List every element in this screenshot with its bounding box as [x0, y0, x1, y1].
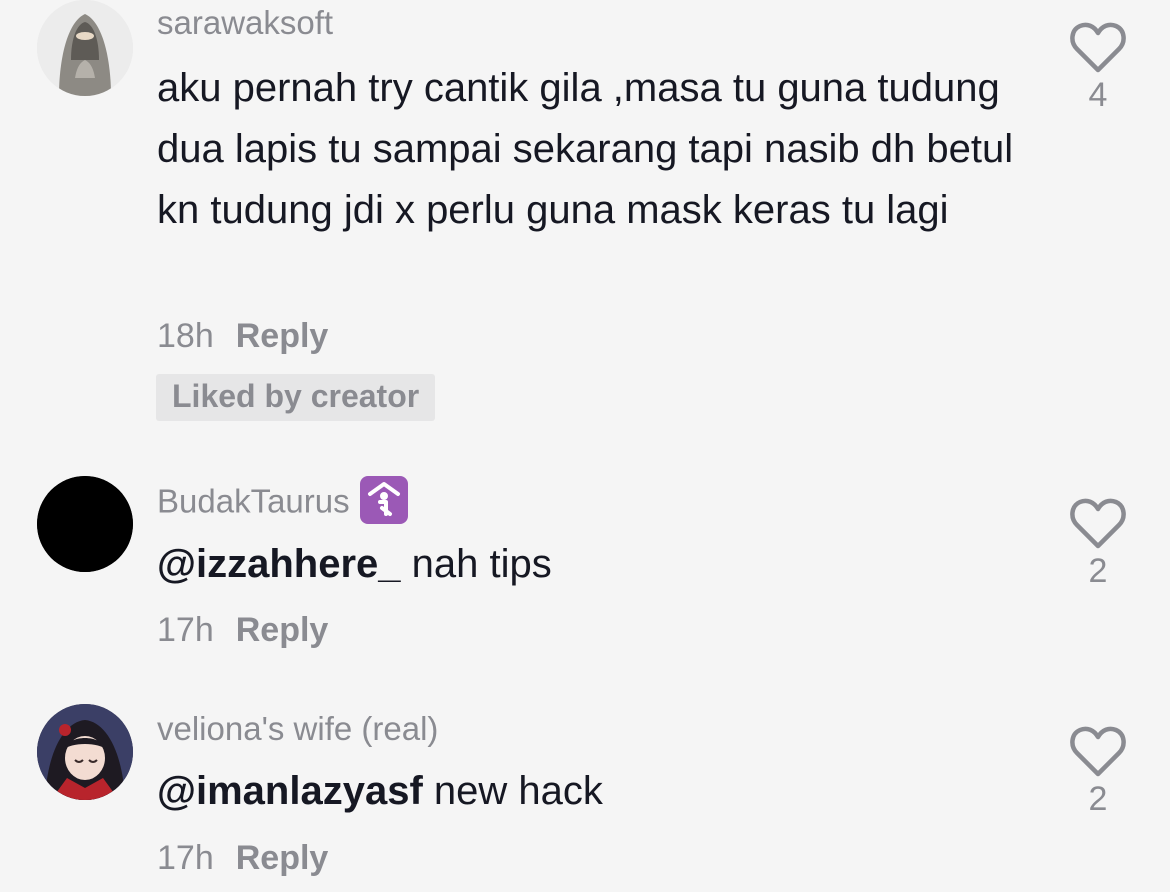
avatar[interactable]: [37, 0, 133, 96]
place-of-worship-emoji-icon: [359, 476, 408, 524]
avatar-anime-icon: [37, 704, 133, 800]
like-count: 2: [1088, 552, 1108, 590]
avatar[interactable]: [37, 704, 133, 800]
avatar[interactable]: [37, 476, 133, 572]
like-button[interactable]: 2: [1066, 726, 1130, 819]
comment-item: sarawaksoft aku pernah try cantik gila ,…: [0, 0, 1170, 440]
like-count: 4: [1088, 76, 1108, 114]
reply-button[interactable]: Reply: [236, 839, 329, 877]
comment-username[interactable]: sarawaksoft: [157, 4, 333, 42]
comment-time: 18h: [157, 317, 214, 355]
comment-meta: 18h Reply: [157, 317, 328, 356]
comment-text-body: new hack: [422, 769, 603, 813]
comment-text: @izzahhere_ nah tips: [157, 534, 1017, 595]
heart-outline-icon: [1070, 726, 1126, 777]
comment-time: 17h: [157, 611, 214, 649]
comment-item: BudakTaurus @izzahhere_ nah tips 17h Repl…: [0, 470, 1170, 670]
comment-time: 17h: [157, 839, 214, 877]
heart-outline-icon: [1070, 498, 1126, 549]
reply-button[interactable]: Reply: [236, 317, 329, 355]
liked-by-creator-badge: Liked by creator: [156, 374, 436, 421]
mention-link[interactable]: @imanlazyasf: [157, 769, 423, 813]
username-text: BudakTaurus: [157, 482, 350, 520]
comment-meta: 17h Reply: [157, 611, 328, 650]
comment-text: @imanlazyasf new hack: [157, 761, 1017, 822]
like-count: 2: [1088, 780, 1108, 818]
like-button[interactable]: 2: [1066, 498, 1130, 591]
comment-meta: 17h Reply: [157, 839, 328, 878]
comment-text: aku pernah try cantik gila ,masa tu guna…: [157, 66, 1014, 232]
comment-username[interactable]: veliona's wife (real): [157, 710, 438, 748]
comment-item: veliona's wife (real) @imanlazyasf new h…: [0, 700, 1170, 892]
mention-link[interactable]: @izzahhere_: [157, 542, 401, 586]
heart-outline-icon: [1070, 22, 1126, 73]
place-of-worship-glyph: [361, 478, 406, 522]
comment-text-body: nah tips: [400, 542, 552, 586]
avatar-black-icon: [37, 476, 133, 572]
comment-username[interactable]: BudakTaurus: [157, 476, 408, 528]
avatar-hijab-icon: [37, 0, 133, 96]
reply-button[interactable]: Reply: [236, 611, 329, 649]
like-button[interactable]: 4: [1066, 22, 1130, 115]
